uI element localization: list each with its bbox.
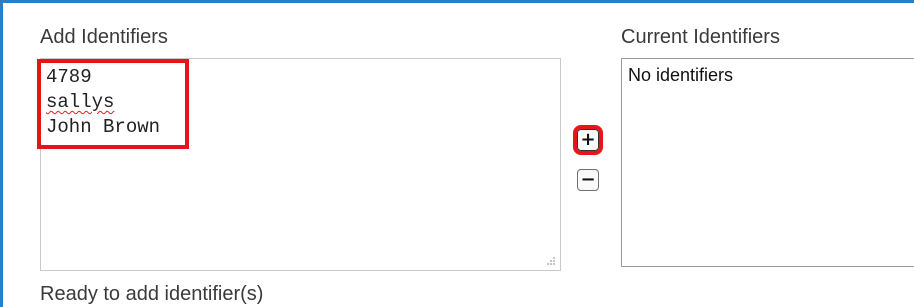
identifier-panel: Add Identifiers 4789 sallys John Brown +… (0, 0, 914, 307)
remove-identifier-button[interactable]: − (577, 169, 599, 191)
current-identifiers-listbox[interactable]: No identifiers (621, 58, 914, 267)
minus-icon: − (580, 169, 596, 190)
status-text: Ready to add identifier(s) (40, 283, 264, 305)
identifier-entry: 4789 (46, 66, 92, 88)
resize-grip-icon[interactable] (546, 256, 556, 266)
plus-icon: + (580, 129, 596, 150)
identifier-entry-misspelled: sallys (46, 91, 115, 113)
add-identifier-button[interactable]: + (573, 125, 603, 155)
current-identifiers-label: Current Identifiers (621, 26, 780, 48)
add-identifiers-textarea[interactable]: 4789 sallys John Brown (37, 58, 561, 271)
add-identifiers-label: Add Identifiers (40, 26, 168, 48)
no-identifiers-text: No identifiers (628, 65, 734, 85)
identifier-entries: 4789 sallys John Brown (46, 65, 160, 140)
identifier-entry: John Brown (46, 116, 161, 138)
